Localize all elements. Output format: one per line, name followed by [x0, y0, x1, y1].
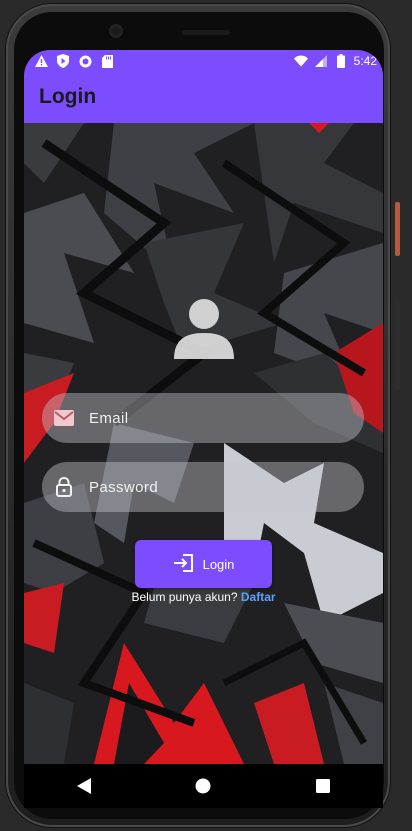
register-prompt: Belum punya akun? Daftar: [24, 590, 383, 604]
back-triangle-icon[interactable]: [64, 766, 104, 806]
email-input[interactable]: [87, 408, 341, 428]
shield-play-icon: [56, 54, 70, 68]
page-title: Login: [39, 85, 97, 108]
alert-triangle-icon: [34, 54, 48, 68]
screen: 5:42 Login Email Login Belum punya akun?…: [24, 50, 383, 764]
login-content: Login Belum punya akun? Daftar: [24, 123, 383, 764]
lock-icon: [53, 476, 75, 498]
status-bar: 5:42: [24, 50, 383, 74]
app-bar: Login: [24, 74, 383, 123]
status-system: 5:42: [293, 54, 377, 68]
login-button-label: Login: [202, 556, 235, 572]
record-icon: [78, 54, 92, 68]
battery-icon: [334, 54, 348, 68]
login-arrow-icon: [173, 553, 193, 575]
system-navigation-bar: [24, 764, 383, 808]
password-field[interactable]: [42, 462, 364, 512]
email-field[interactable]: [42, 393, 364, 443]
mail-icon: [53, 407, 75, 429]
register-prompt-text: Belum punya akun?: [131, 590, 238, 604]
home-circle-icon[interactable]: [183, 766, 223, 806]
wifi-icon: [293, 54, 308, 68]
recents-square-icon[interactable]: [303, 766, 343, 806]
power-button[interactable]: [395, 202, 400, 256]
status-notifications: [34, 54, 114, 68]
password-input[interactable]: [87, 477, 341, 497]
abstract-background-image: [24, 123, 383, 764]
login-button[interactable]: Login: [135, 540, 272, 588]
status-time: 5:42: [353, 54, 377, 68]
register-link[interactable]: Daftar: [241, 590, 276, 604]
person-icon: [172, 297, 236, 361]
front-camera: [109, 24, 123, 38]
volume-rocker[interactable]: [395, 300, 400, 390]
sd-card-icon: [100, 54, 114, 68]
cellular-icon: [314, 54, 328, 68]
device-frame: 5:42 Login Email Login Belum punya akun?…: [0, 0, 412, 831]
earpiece-speaker: [182, 30, 230, 35]
